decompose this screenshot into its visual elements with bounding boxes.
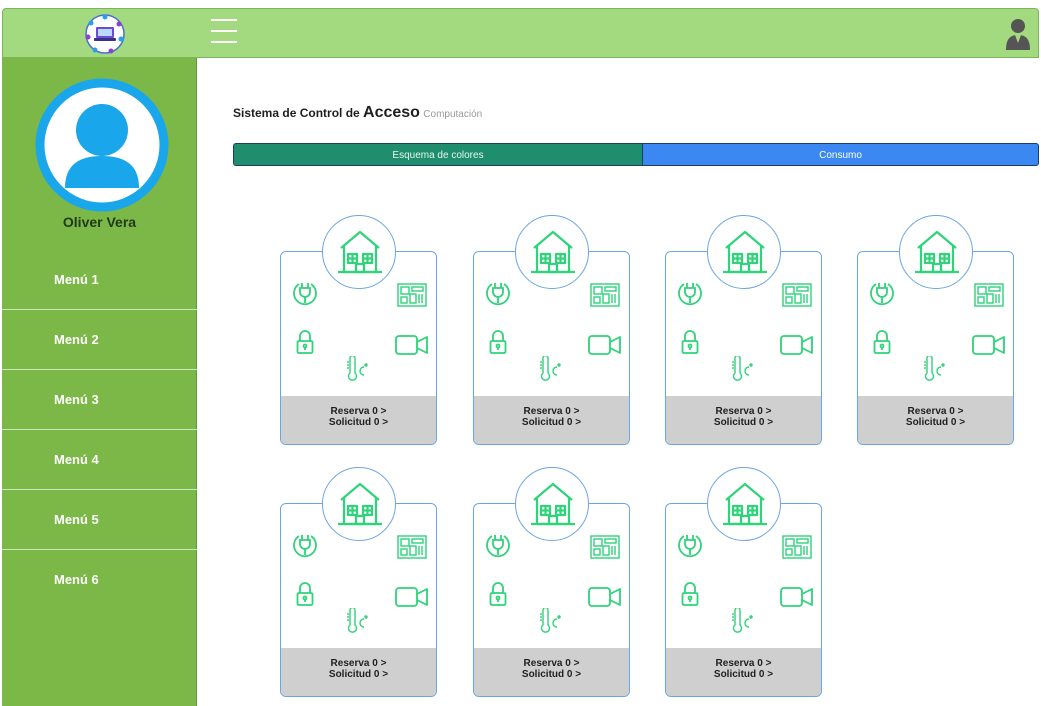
reserva-link[interactable]: Reserva 0 >	[666, 406, 821, 417]
app-logo[interactable]	[83, 13, 127, 55]
page-title: Sistema de Control de Acceso Computación	[233, 104, 482, 122]
padlock-icon	[489, 330, 507, 359]
solicitud-link[interactable]: Solicitud 0 >	[858, 417, 1013, 428]
room-card[interactable]: Reserva 0 > Solicitud 0 >	[280, 215, 437, 445]
hamburger-menu-icon[interactable]	[211, 19, 237, 49]
sidebar-item-menu-6[interactable]: Menú 6	[2, 550, 197, 610]
power-plug-icon	[678, 281, 702, 312]
solicitud-link[interactable]: Solicitud 0 >	[666, 669, 821, 680]
padlock-icon	[873, 330, 891, 359]
video-camera-icon	[780, 586, 814, 613]
padlock-icon	[296, 330, 314, 359]
title-emphasis: Acceso	[363, 104, 420, 121]
sidebar-item-menu-3[interactable]: Menú 3	[2, 370, 197, 430]
video-camera-icon	[395, 334, 429, 361]
sidebar-item-menu-1[interactable]: Menú 1	[2, 250, 197, 310]
power-plug-icon	[870, 281, 894, 312]
card-footer: Reserva 0 > Solicitud 0 >	[281, 648, 436, 696]
video-camera-icon	[588, 334, 622, 361]
card-footer: Reserva 0 > Solicitud 0 >	[474, 396, 629, 444]
user-name: Oliver Vera	[62, 214, 137, 230]
title-subtitle: Computación	[423, 109, 483, 120]
sidebar-menu: Menú 1 Menú 2 Menú 3 Menú 4 Menú 5 Menú …	[2, 250, 197, 610]
card-footer: Reserva 0 > Solicitud 0 >	[666, 396, 821, 444]
avatar[interactable]	[35, 78, 169, 212]
video-camera-icon	[972, 334, 1006, 361]
sidebar: Oliver Vera Menú 1 Menú 2 Menú 3 Menú 4 …	[2, 58, 197, 706]
thermometer-celsius-icon	[536, 606, 562, 639]
circuit-board-icon	[782, 535, 812, 564]
user-icon[interactable]	[1005, 17, 1031, 51]
room-card[interactable]: Reserva 0 > Solicitud 0 >	[473, 467, 630, 697]
solicitud-link[interactable]: Solicitud 0 >	[474, 669, 629, 680]
power-plug-icon	[293, 281, 317, 312]
tab-bar: Esquema de colores Consumo	[233, 143, 1039, 166]
house-icon	[515, 215, 589, 289]
card-footer: Reserva 0 > Solicitud 0 >	[281, 396, 436, 444]
sidebar-item-menu-4[interactable]: Menú 4	[2, 430, 197, 490]
room-card[interactable]: Reserva 0 > Solicitud 0 >	[280, 467, 437, 697]
reserva-link[interactable]: Reserva 0 >	[474, 406, 629, 417]
tab-esquema-de-colores[interactable]: Esquema de colores	[233, 143, 642, 166]
card-footer: Reserva 0 > Solicitud 0 >	[666, 648, 821, 696]
padlock-icon	[489, 582, 507, 611]
power-plug-icon	[486, 281, 510, 312]
circuit-board-icon	[974, 283, 1004, 312]
power-plug-icon	[293, 533, 317, 564]
thermometer-celsius-icon	[343, 606, 369, 639]
title-prefix: Sistema de Control de	[233, 106, 364, 120]
house-icon	[515, 467, 589, 541]
thermometer-celsius-icon	[728, 354, 754, 387]
reserva-link[interactable]: Reserva 0 >	[858, 406, 1013, 417]
video-camera-icon	[780, 334, 814, 361]
reserva-link[interactable]: Reserva 0 >	[281, 658, 436, 669]
top-bar	[2, 8, 1039, 58]
house-icon	[899, 215, 973, 289]
house-icon	[322, 215, 396, 289]
circuit-board-icon	[782, 283, 812, 312]
padlock-icon	[681, 582, 699, 611]
card-footer: Reserva 0 > Solicitud 0 >	[858, 396, 1013, 444]
thermometer-celsius-icon	[536, 354, 562, 387]
solicitud-link[interactable]: Solicitud 0 >	[666, 417, 821, 428]
circuit-board-icon	[590, 535, 620, 564]
solicitud-link[interactable]: Solicitud 0 >	[474, 417, 629, 428]
thermometer-celsius-icon	[728, 606, 754, 639]
room-card[interactable]: Reserva 0 > Solicitud 0 >	[665, 215, 822, 445]
solicitud-link[interactable]: Solicitud 0 >	[281, 417, 436, 428]
circuit-board-icon	[590, 283, 620, 312]
house-icon	[707, 467, 781, 541]
padlock-icon	[681, 330, 699, 359]
room-card[interactable]: Reserva 0 > Solicitud 0 >	[665, 467, 822, 697]
house-icon	[707, 215, 781, 289]
tab-consumo[interactable]: Consumo	[642, 143, 1039, 166]
room-card[interactable]: Reserva 0 > Solicitud 0 >	[473, 215, 630, 445]
reserva-link[interactable]: Reserva 0 >	[281, 406, 436, 417]
thermometer-celsius-icon	[343, 354, 369, 387]
room-card[interactable]: Reserva 0 > Solicitud 0 >	[857, 215, 1014, 445]
power-plug-icon	[678, 533, 702, 564]
reserva-link[interactable]: Reserva 0 >	[474, 658, 629, 669]
reserva-link[interactable]: Reserva 0 >	[666, 658, 821, 669]
power-plug-icon	[486, 533, 510, 564]
sidebar-item-menu-5[interactable]: Menú 5	[2, 490, 197, 550]
house-icon	[322, 467, 396, 541]
video-camera-icon	[588, 586, 622, 613]
video-camera-icon	[395, 586, 429, 613]
thermometer-celsius-icon	[920, 354, 946, 387]
sidebar-item-menu-2[interactable]: Menú 2	[2, 310, 197, 370]
circuit-board-icon	[397, 535, 427, 564]
padlock-icon	[296, 582, 314, 611]
solicitud-link[interactable]: Solicitud 0 >	[281, 669, 436, 680]
circuit-board-icon	[397, 283, 427, 312]
app-root: Oliver Vera Menú 1 Menú 2 Menú 3 Menú 4 …	[0, 0, 1041, 706]
card-footer: Reserva 0 > Solicitud 0 >	[474, 648, 629, 696]
